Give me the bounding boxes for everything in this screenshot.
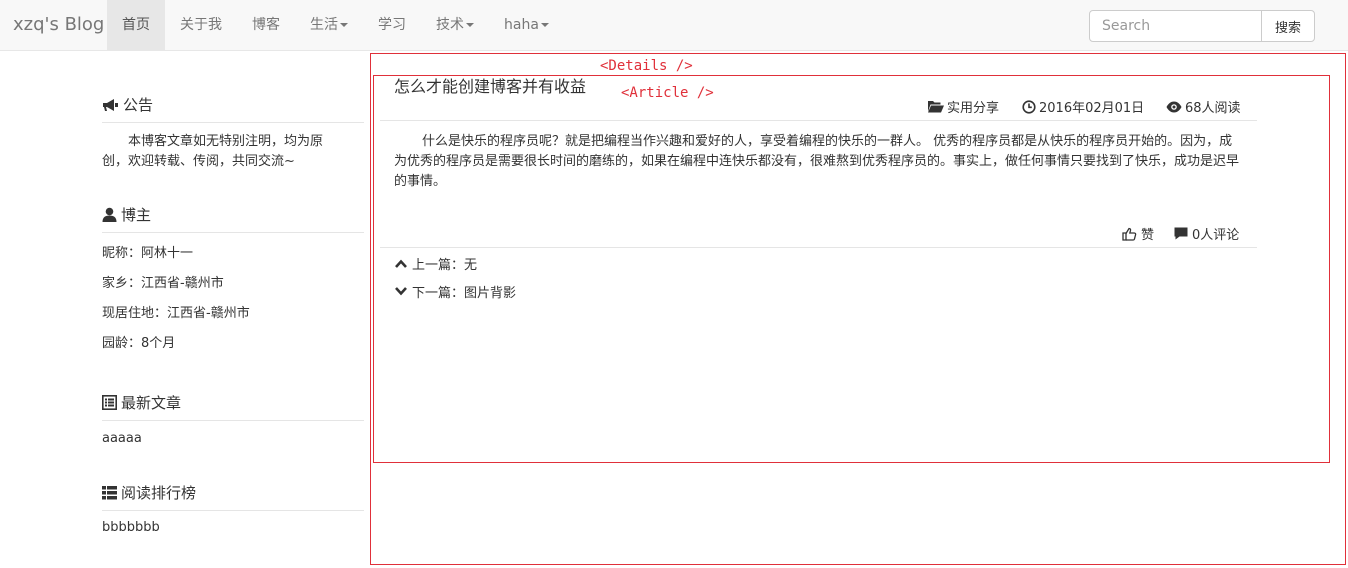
nav-item-home[interactable]: 首页: [107, 0, 165, 50]
blogger-title: 博主: [121, 206, 152, 224]
comments-link[interactable]: 0人评论: [1174, 224, 1239, 243]
like-button[interactable]: 赞: [1122, 224, 1154, 243]
thumbs-up-icon: [1122, 227, 1137, 241]
blogger-heading: 博主: [102, 204, 364, 233]
caret-down-icon: [340, 23, 348, 27]
ranking-item[interactable]: bbbbbbb: [102, 520, 160, 535]
nav-label: 博客: [252, 17, 280, 33]
notice-title: 公告: [123, 96, 154, 114]
list-alt-icon: [102, 395, 117, 410]
blogger-nickname: 昵称：阿林十一: [102, 246, 194, 261]
article-content: 什么是快乐的程序员呢？就是把编程当作兴趣和爱好的人，享受着编程的快乐的一群人。 …: [394, 134, 1240, 189]
th-list-icon: [102, 485, 117, 499]
nav-item-about[interactable]: 关于我: [165, 0, 237, 50]
prev-label: 上一篇：无: [412, 258, 478, 273]
like-label: 赞: [1141, 228, 1155, 243]
nav-item-tech[interactable]: 技术: [421, 0, 489, 50]
chevron-down-icon: [395, 287, 407, 296]
comments-label: 0人评论: [1192, 228, 1240, 243]
nav-item-haha[interactable]: haha: [489, 0, 564, 50]
bullhorn-icon: [103, 98, 118, 111]
nav-label: 技术: [436, 17, 464, 33]
latest-heading: 最新文章: [102, 392, 364, 421]
navbar: xzq's Blog 首页 关于我 博客 生活 学习 技术 haha 搜索: [0, 0, 1348, 51]
article-category[interactable]: 实用分享: [928, 97, 999, 116]
article-tag: <Article />: [621, 85, 714, 101]
caret-down-icon: [466, 23, 474, 27]
nav-menu: 首页 关于我 博客 生活 学习 技术 haha: [107, 0, 564, 50]
article-views: 68人阅读: [1166, 97, 1241, 116]
chevron-up-icon: [395, 259, 407, 268]
comment-icon: [1174, 227, 1188, 240]
article-title: 怎么才能创建博客并有收益: [394, 77, 587, 96]
notice-heading: 公告: [102, 94, 364, 123]
nav-item-life[interactable]: 生活: [295, 0, 363, 50]
nav-label: haha: [504, 17, 539, 33]
next-label: 下一篇：图片背影: [412, 286, 517, 301]
nav-item-blog[interactable]: 博客: [237, 0, 295, 50]
nav-label: 学习: [378, 17, 406, 33]
search-input[interactable]: [1089, 10, 1262, 42]
blogger-residence: 现居住地：江西省-赣州市: [102, 306, 250, 321]
nav-item-study[interactable]: 学习: [363, 0, 421, 50]
blogger-age: 园龄：8个月: [102, 336, 176, 351]
ranking-heading: 阅读排行榜: [102, 482, 364, 511]
caret-down-icon: [540, 23, 549, 27]
nav-label: 生活: [310, 17, 338, 33]
category-label: 实用分享: [947, 101, 1000, 116]
latest-item[interactable]: aaaaa: [102, 431, 142, 446]
nav-label: 关于我: [180, 17, 222, 33]
user-icon: [102, 207, 117, 222]
date-label: 2016年02月01日: [1039, 101, 1145, 116]
details-tag: <Details />: [600, 58, 693, 74]
clock-icon: [1022, 99, 1036, 114]
next-article-link[interactable]: 下一篇：图片背影: [395, 282, 516, 301]
divider: [380, 247, 1257, 248]
prev-article-link[interactable]: 上一篇：无: [395, 254, 477, 273]
latest-title: 最新文章: [121, 394, 182, 412]
eye-icon: [1166, 101, 1182, 112]
views-label: 68人阅读: [1185, 101, 1241, 116]
nav-label: 首页: [122, 17, 150, 33]
folder-open-icon: [928, 101, 944, 113]
search-button[interactable]: 搜索: [1261, 10, 1315, 42]
ranking-title: 阅读排行榜: [121, 484, 197, 502]
notice-text: 本博客文章如无特别注明，均为原创，欢迎转载、传阅，共同交流~: [102, 134, 324, 169]
blogger-hometown: 家乡：江西省-赣州市: [102, 276, 224, 291]
article-date: 2016年02月01日: [1022, 97, 1144, 116]
divider: [380, 120, 1257, 121]
brand-link[interactable]: xzq's Blog: [13, 14, 104, 35]
